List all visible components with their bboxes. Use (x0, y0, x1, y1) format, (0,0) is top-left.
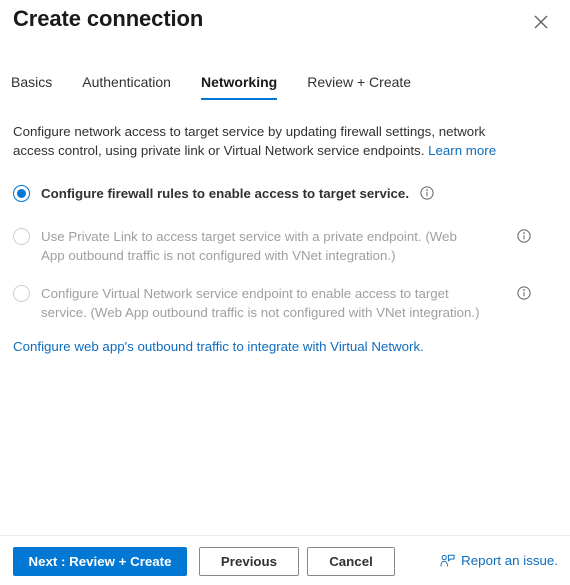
info-icon-firewall-rules[interactable] (420, 186, 434, 205)
page-title: Create connection (13, 6, 204, 31)
option-private-link: Use Private Link to access target servic… (13, 227, 543, 265)
option-vnet-service-endpoint: Configure Virtual Network service endpoi… (13, 284, 543, 322)
radio-firewall-rules[interactable] (13, 185, 30, 202)
network-access-radio-group: Configure firewall rules to enable acces… (13, 184, 543, 342)
option-firewall-rules[interactable]: Configure firewall rules to enable acces… (13, 184, 543, 205)
configure-outbound-traffic-link[interactable]: Configure web app's outbound traffic to … (13, 337, 424, 356)
tab-review-create-label: Review + Create (307, 74, 412, 90)
tab-authentication[interactable]: Authentication (82, 74, 171, 100)
info-icon-private-link[interactable] (517, 229, 531, 248)
tab-bar: Basics Authentication Networking Review … (11, 74, 570, 106)
report-issue-button[interactable]: Report an issue. (440, 553, 558, 568)
tab-networking[interactable]: Networking (200, 74, 278, 100)
radio-vnet-service-endpoint (13, 285, 30, 302)
close-icon (534, 15, 548, 29)
close-button[interactable] (528, 9, 554, 35)
next-review-create-button[interactable]: Next : Review + Create (13, 547, 187, 576)
option-vnet-service-endpoint-label: Configure Virtual Network service endpoi… (41, 286, 480, 320)
option-firewall-rules-label: Configure firewall rules to enable acces… (41, 184, 434, 205)
radio-private-link (13, 228, 30, 245)
description-body: Configure network access to target servi… (13, 124, 486, 158)
tab-basics-label: Basics (11, 74, 53, 90)
report-issue-label: Report an issue. (461, 553, 558, 568)
option-private-link-label: Use Private Link to access target servic… (41, 229, 457, 263)
feedback-person-icon (440, 554, 455, 568)
option-firewall-rules-text: Configure firewall rules to enable acces… (41, 186, 410, 201)
learn-more-link[interactable]: Learn more (428, 143, 496, 158)
info-icon-vnet-service-endpoint[interactable] (517, 286, 531, 305)
tab-basics[interactable]: Basics (11, 74, 52, 100)
networking-panel: Configure network access to target servi… (0, 122, 570, 535)
previous-button[interactable]: Previous (199, 547, 299, 576)
dialog-header: Create connection (0, 0, 570, 58)
tab-authentication-label: Authentication (82, 74, 171, 90)
description-text: Configure network access to target servi… (13, 122, 527, 160)
dialog-footer: Next : Review + Create Previous Cancel R… (0, 535, 570, 585)
tab-networking-label: Networking (200, 74, 278, 90)
cancel-button[interactable]: Cancel (307, 547, 395, 576)
tab-review-create[interactable]: Review + Create (307, 74, 411, 100)
